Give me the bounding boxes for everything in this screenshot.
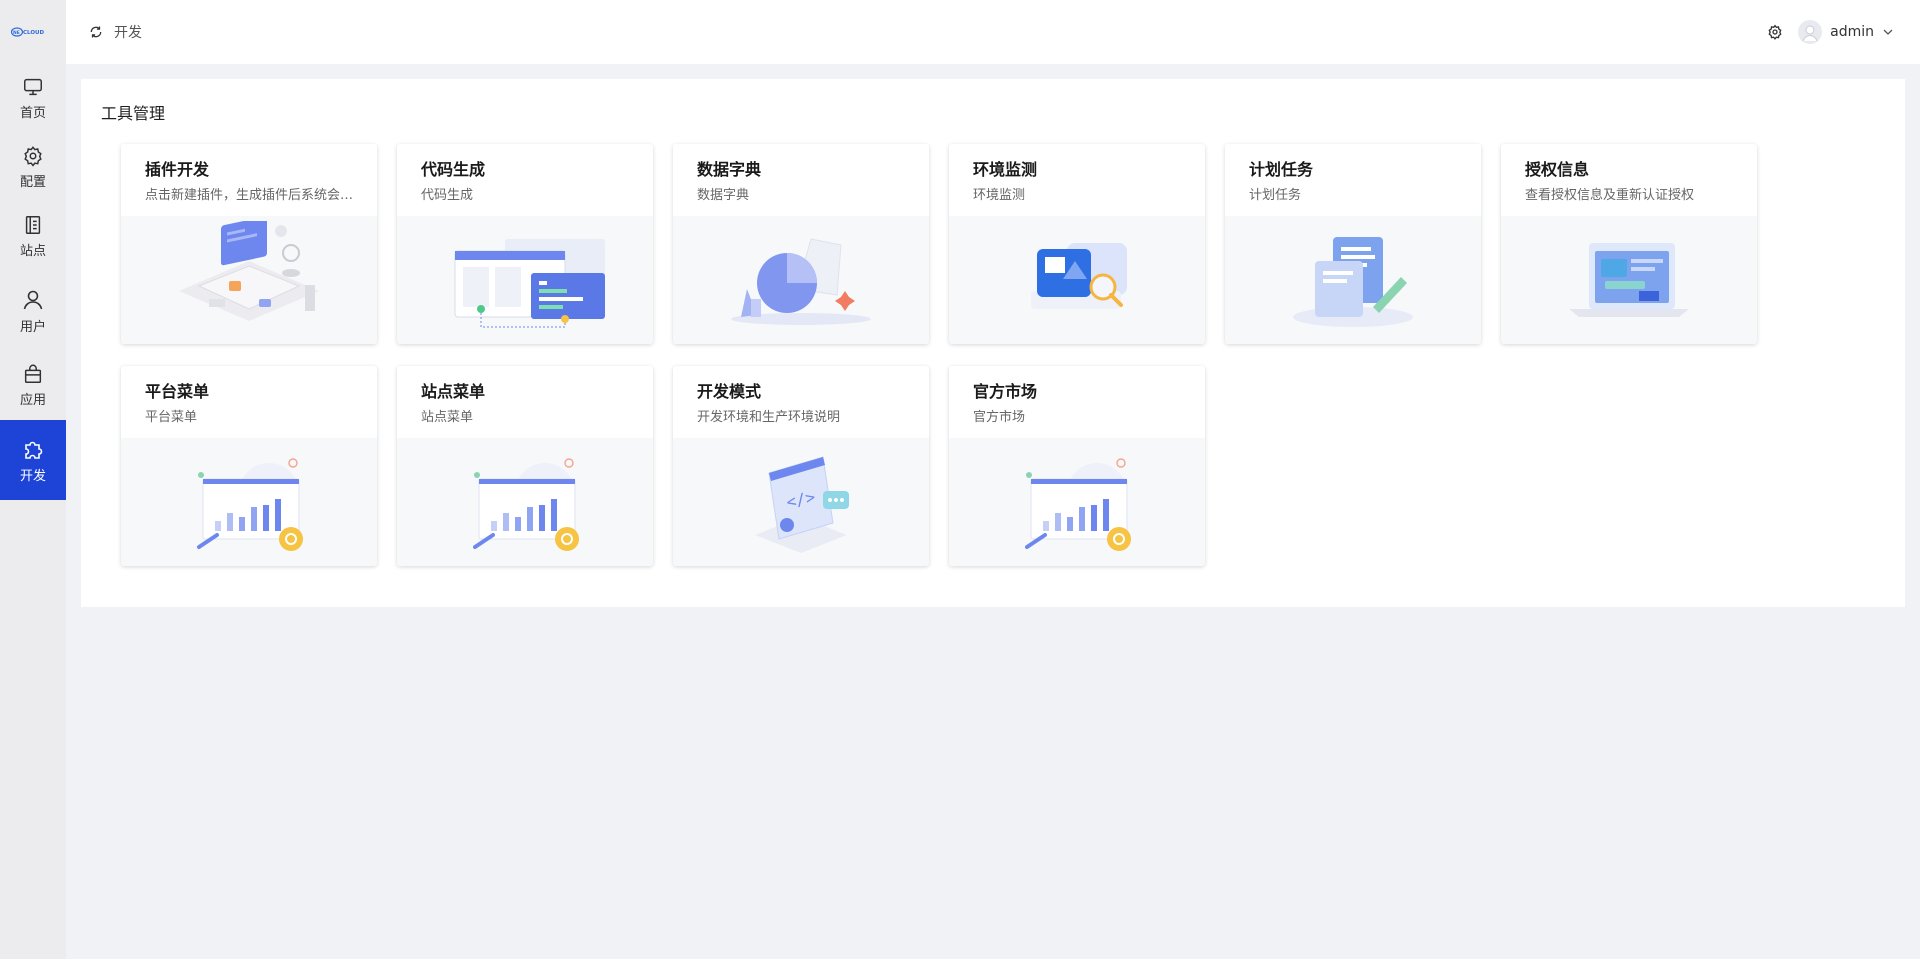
pie-chart-illustration — [673, 216, 929, 344]
card-title: 平台菜单 — [145, 382, 210, 401]
card-desc: 环境监测 — [973, 188, 1026, 203]
shopping-bag-icon — [22, 363, 44, 385]
bar-chart-illustration — [949, 438, 1205, 566]
sidebar-item-config[interactable]: 配置 — [0, 133, 66, 202]
tool-card-plugin-dev[interactable]: 插件开发 点击新建插件，生成插件后系统会自动生成插件代码 — [121, 144, 377, 344]
card-desc: 点击新建插件，生成插件后系统会自动生成插件代码 — [145, 188, 360, 203]
sidebar-item-label: 站点 — [19, 244, 46, 259]
card-desc: 查看授权信息及重新认证授权 — [1525, 188, 1695, 203]
sidebar-item-label: 用户 — [19, 319, 46, 335]
plugin-illustration — [121, 216, 377, 344]
card-title: 授权信息 — [1525, 160, 1590, 179]
sidebar-item-label: 首页 — [19, 106, 46, 121]
card-title: 代码生成 — [421, 160, 486, 179]
top-header: 开发 admin — [66, 0, 1920, 64]
tool-card-license-info[interactable]: 授权信息 查看授权信息及重新认证授权 — [1501, 144, 1757, 344]
card-desc: 数据字典 — [697, 188, 750, 203]
chevron-down-icon — [1882, 23, 1894, 42]
page-title: 工具管理 — [101, 104, 166, 123]
tools-panel: 工具管理 插件开发 点击新建插件，生成插件后系统会自动生成插件代码 — [81, 79, 1905, 607]
sidebar-item-label: 应用 — [19, 393, 46, 408]
code-gen-illustration — [397, 216, 653, 344]
card-desc: 计划任务 — [1249, 188, 1302, 203]
settings-icon[interactable] — [1766, 23, 1784, 41]
bar-chart-illustration — [121, 438, 377, 566]
brand-logo[interactable]: NE CLOUD — [0, 0, 66, 64]
tool-card-official-market[interactable]: 官方市场 官方市场 — [949, 366, 1205, 566]
tool-card-platform-menu[interactable]: 平台菜单 平台菜单 — [121, 366, 377, 566]
bar-chart-illustration — [397, 438, 653, 566]
tool-card-scheduled-tasks[interactable]: 计划任务 计划任务 — [1225, 144, 1481, 344]
svg-text:NE: NE — [13, 30, 20, 36]
card-title: 官方市场 — [973, 382, 1038, 401]
sidebar-item-users[interactable]: 用户 — [0, 271, 66, 351]
tool-card-dev-mode[interactable]: 开发模式 开发环境和生产环境说明 </> — [673, 366, 929, 566]
svg-text:CLOUD: CLOUD — [23, 30, 44, 36]
avatar — [1798, 20, 1823, 44]
monitor-search-illustration — [949, 216, 1205, 344]
sidebar: NE CLOUD 首页 配置 站点 用户 应用 开发 — [0, 0, 66, 959]
card-title: 数据字典 — [697, 160, 762, 179]
document-icon — [22, 214, 44, 236]
sidebar-item-apps[interactable]: 应用 — [0, 351, 66, 420]
tool-card-env-monitor[interactable]: 环境监测 环境监测 — [949, 144, 1205, 344]
card-desc: 站点菜单 — [421, 410, 474, 425]
sidebar-item-dev[interactable]: 开发 — [0, 420, 66, 500]
breadcrumb[interactable]: 开发 — [114, 22, 142, 42]
monitor-icon — [22, 76, 44, 98]
tool-card-code-gen[interactable]: 代码生成 代码生成 — [397, 144, 653, 344]
card-title: 开发模式 — [697, 382, 762, 401]
card-desc: 平台菜单 — [145, 410, 198, 425]
gear-icon — [22, 145, 44, 167]
user-menu[interactable]: admin — [1798, 20, 1894, 44]
username: admin — [1830, 24, 1874, 40]
sidebar-item-sites[interactable]: 站点 — [0, 202, 66, 271]
laptop-illustration — [1501, 216, 1757, 344]
user-icon — [21, 288, 45, 312]
sidebar-item-label: 配置 — [19, 175, 46, 190]
card-title: 计划任务 — [1249, 160, 1314, 179]
code-window-illustration: </> — [673, 438, 929, 566]
card-title: 插件开发 — [145, 160, 210, 179]
task-doc-illustration — [1225, 216, 1481, 344]
card-desc: 官方市场 — [973, 410, 1026, 425]
puzzle-icon — [21, 437, 45, 461]
sidebar-item-home[interactable]: 首页 — [0, 64, 66, 133]
card-desc: 开发环境和生产环境说明 — [697, 410, 841, 425]
tool-card-site-menu[interactable]: 站点菜单 站点菜单 — [397, 366, 653, 566]
card-desc: 代码生成 — [421, 188, 474, 203]
tool-card-data-dict[interactable]: 数据字典 数据字典 — [673, 144, 929, 344]
card-title: 环境监测 — [973, 160, 1038, 179]
sidebar-item-label: 开发 — [19, 468, 46, 484]
card-title: 站点菜单 — [421, 382, 486, 401]
refresh-icon[interactable] — [88, 24, 104, 40]
